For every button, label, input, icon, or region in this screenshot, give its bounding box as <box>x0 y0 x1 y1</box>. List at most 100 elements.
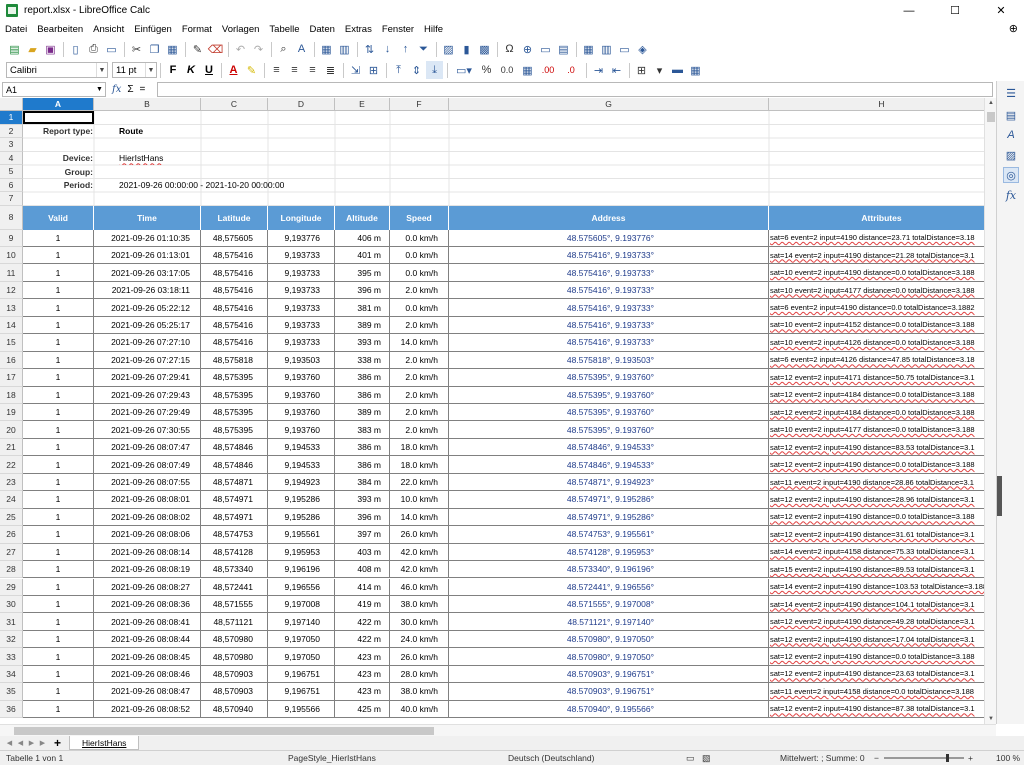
status-page-style[interactable]: PageStyle_HierIstHans <box>288 753 376 763</box>
menu-tabelle[interactable]: Tabelle <box>264 24 304 35</box>
table-cell-altitude[interactable]: 386 m <box>335 369 390 387</box>
image-icon[interactable]: ▨ <box>440 40 457 58</box>
zoom-out-icon[interactable]: − <box>874 753 879 763</box>
row-header-2[interactable]: 2 <box>0 124 23 138</box>
table-cell-valid[interactable]: 1 <box>23 543 94 562</box>
sidebar-menu-icon[interactable]: ☰ <box>1003 85 1019 101</box>
table-cell-time[interactable]: 2021-09-26 08:08:01 <box>94 491 201 509</box>
table-cell-longitude[interactable]: 9,195566 <box>268 700 335 719</box>
document-modified-icon[interactable]: ▧ <box>702 753 711 764</box>
table-cell-latitude[interactable]: 48,573340 <box>201 561 268 579</box>
table-cell-altitude[interactable]: 422 m <box>335 613 390 631</box>
table-cell-speed[interactable]: 2.0 km/h <box>390 404 449 422</box>
table-cell-latitude[interactable]: 48,575416 <box>201 316 268 335</box>
spelling-icon[interactable]: A <box>293 40 310 58</box>
table-cell-time[interactable]: 2021-09-26 08:08:27 <box>94 578 201 596</box>
table-cell-address[interactable]: 48.574846°, 9.194533° <box>449 438 769 457</box>
table-cell-latitude[interactable]: 48,575416 <box>201 334 268 352</box>
period-value[interactable]: 2021-09-26 00:00:00 - 2021-10-20 00:00:0… <box>94 179 390 193</box>
table-cell-altitude[interactable]: 403 m <box>335 543 390 562</box>
define-print-area-icon[interactable]: ▦ <box>580 40 597 58</box>
table-header-time[interactable]: Time <box>94 205 201 230</box>
clone-icon[interactable]: ✎ <box>189 40 206 58</box>
copy-icon[interactable]: ❐ <box>146 40 163 58</box>
table-cell-attributes[interactable]: sat=12 event=2 input=4190 distance=87.38… <box>769 700 995 719</box>
table-cell-speed[interactable]: 18.0 km/h <box>390 456 449 474</box>
table-cell-speed[interactable]: 18.0 km/h <box>390 438 449 457</box>
menu-vorlagen[interactable]: Vorlagen <box>217 24 265 35</box>
table-cell-valid[interactable]: 1 <box>23 613 94 631</box>
add-decimal-icon[interactable]: .00 <box>537 61 559 79</box>
table-cell-speed[interactable]: 0.0 km/h <box>390 264 449 282</box>
table-cell-longitude[interactable]: 9,197050 <box>268 648 335 666</box>
paste-icon[interactable]: ▦ <box>164 40 181 58</box>
row-header-17[interactable]: 17 <box>0 369 23 387</box>
table-cell-address[interactable]: 48.570980°, 9.197050° <box>449 630 769 649</box>
table-header-longitude[interactable]: Longitude <box>268 205 335 230</box>
highlight-icon[interactable]: ✎ <box>243 61 260 79</box>
table-cell-time[interactable]: 2021-09-26 07:30:55 <box>94 421 201 439</box>
table-cell-time[interactable]: 2021-09-26 07:29:43 <box>94 386 201 404</box>
function-wizard-icon[interactable]: fx <box>112 84 121 95</box>
table-cell-latitude[interactable]: 48,574128 <box>201 543 268 562</box>
table-cell-longitude[interactable]: 9,193760 <box>268 369 335 387</box>
table-cell-latitude[interactable]: 48,574753 <box>201 526 268 544</box>
table-cell-latitude[interactable]: 48,575605 <box>201 229 268 247</box>
zoom-slider-knob[interactable] <box>946 754 949 762</box>
table-cell-valid[interactable]: 1 <box>23 473 94 492</box>
table-cell-speed[interactable]: 2.0 km/h <box>390 316 449 335</box>
table-cell-longitude[interactable]: 9,196196 <box>268 561 335 579</box>
table-cell-address[interactable]: 48.571121°, 9.197140° <box>449 613 769 631</box>
table-cell-valid[interactable]: 1 <box>23 438 94 457</box>
table-header-attributes[interactable]: Attributes <box>769 205 995 230</box>
table-cell-latitude[interactable]: 48,571121 <box>201 613 268 631</box>
column-header-a[interactable]: A <box>23 98 94 111</box>
menu-daten[interactable]: Daten <box>305 24 340 35</box>
table-cell-address[interactable]: 48.571555°, 9.197008° <box>449 595 769 614</box>
row-header-3[interactable]: 3 <box>0 138 23 152</box>
table-cell-speed[interactable]: 22.0 km/h <box>390 473 449 492</box>
table-cell-address[interactable]: 48.575416°, 9.193733° <box>449 246 769 265</box>
save-icon[interactable]: ▣ <box>42 40 59 58</box>
table-cell-address[interactable]: 48.570980°, 9.197050° <box>449 648 769 666</box>
row-header-6[interactable]: 6 <box>0 178 23 192</box>
menu-ansicht[interactable]: Ansicht <box>88 24 129 35</box>
table-cell-latitude[interactable]: 48,574846 <box>201 456 268 474</box>
table-cell-attributes[interactable]: sat=6 event=2 input=4126 distance=47.85 … <box>769 351 995 370</box>
menu-format[interactable]: Format <box>177 24 217 35</box>
table-cell-longitude[interactable]: 9,193760 <box>268 386 335 404</box>
table-cell-valid[interactable]: 1 <box>23 561 94 579</box>
table-cell-longitude[interactable]: 9,196751 <box>268 665 335 684</box>
sidebar-collapse-handle[interactable] <box>997 476 1002 516</box>
row-header-27[interactable]: 27 <box>0 543 23 562</box>
table-cell-longitude[interactable]: 9,196751 <box>268 683 335 701</box>
table-cell-altitude[interactable]: 389 m <box>335 316 390 335</box>
row-header-1[interactable]: 1 <box>0 111 23 125</box>
table-cell-attributes[interactable]: sat=12 event=2 input=4171 distance=50.75… <box>769 369 995 387</box>
row-header-34[interactable]: 34 <box>0 665 23 684</box>
table-cell-longitude[interactable]: 9,196556 <box>268 578 335 596</box>
table-cell-valid[interactable]: 1 <box>23 683 94 701</box>
horizontal-scrollbar[interactable] <box>0 724 996 736</box>
row-header-19[interactable]: 19 <box>0 404 23 422</box>
undo-icon[interactable]: ↶ <box>232 40 249 58</box>
table-cell-speed[interactable]: 10.0 km/h <box>390 491 449 509</box>
device-value[interactable]: HierIstHans <box>94 152 268 166</box>
table-cell-address[interactable]: 48.575605°, 9.193776° <box>449 229 769 247</box>
table-cell-time[interactable]: 2021-09-26 03:18:11 <box>94 281 201 300</box>
table-cell-longitude[interactable]: 9,193760 <box>268 404 335 422</box>
export-pdf-icon[interactable]: ▯ <box>67 40 84 58</box>
table-cell-address[interactable]: 48.575395°, 9.193760° <box>449 386 769 404</box>
row-header-4[interactable]: 4 <box>0 151 23 165</box>
column-header-f[interactable]: F <box>390 98 449 111</box>
table-cell-attributes[interactable]: sat=10 event=2 input=4190 distance=0.0 t… <box>769 264 995 282</box>
table-cell-speed[interactable]: 2.0 km/h <box>390 386 449 404</box>
formula-input[interactable] <box>157 82 993 97</box>
status-language[interactable]: Deutsch (Deutschland) <box>508 753 594 763</box>
row-header-28[interactable]: 28 <box>0 561 23 579</box>
table-cell-valid[interactable]: 1 <box>23 281 94 300</box>
table-cell-valid[interactable]: 1 <box>23 334 94 352</box>
font-size-select[interactable]: 11 pt ▼ <box>112 62 157 78</box>
table-cell-latitude[interactable]: 48,570980 <box>201 630 268 649</box>
print-preview-icon[interactable]: ▭ <box>103 40 120 58</box>
